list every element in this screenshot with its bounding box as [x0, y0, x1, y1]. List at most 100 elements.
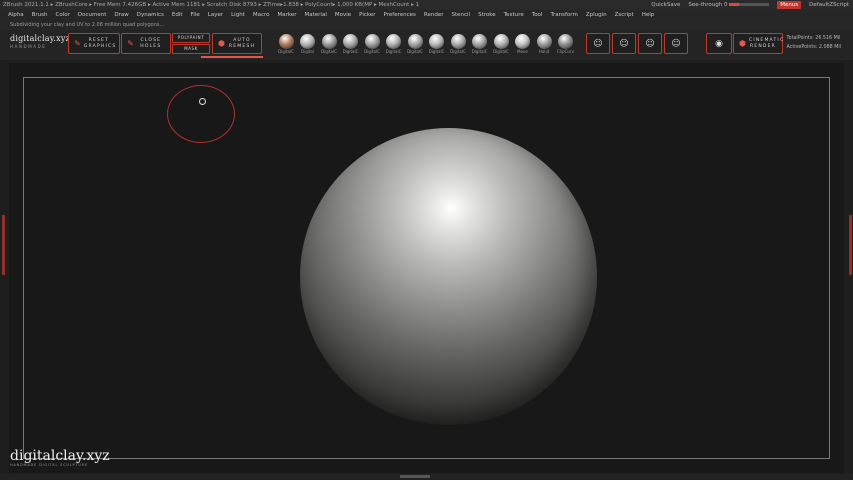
menu-item-picker[interactable]: Picker: [359, 10, 375, 21]
brush-label: DigitalC: [493, 49, 509, 54]
brush-slot-10[interactable]: DigitalC: [491, 34, 511, 54]
bulb-icon: ☺: [671, 38, 681, 49]
mask-button[interactable]: MASK: [172, 44, 210, 54]
default-zscript-button[interactable]: DefaultZScript: [809, 0, 849, 10]
bulb-icon: ☺: [645, 38, 655, 49]
brush-slot-13[interactable]: ClipCurv: [556, 34, 576, 54]
brush-thumbnail: [536, 34, 552, 49]
brush-slot-9[interactable]: DigitalC: [470, 34, 490, 54]
auto-remesh-label: AUTO REMESH: [228, 37, 256, 49]
menu-items: Alpha Brush Color Document Draw Dynamics Edit F…: [8, 10, 654, 21]
title-bar: ZBrush 2021.1.1 ▸ ZBrushCore ▸ Free Mem …: [0, 0, 853, 10]
menus-button[interactable]: Menus: [777, 1, 802, 9]
left-tray-handle[interactable]: [0, 215, 6, 275]
eye-icon: ◉: [715, 38, 723, 49]
bottom-tray-handle[interactable]: [400, 475, 430, 478]
brush-label: ClipCurv: [557, 49, 574, 54]
cinematic-render-button[interactable]: ⬢ CINEMATIC RENDER: [733, 33, 783, 54]
cube-icon: ⬢: [218, 38, 225, 48]
brush-slot-2[interactable]: DigitalC: [319, 34, 339, 54]
menu-bar: Alpha Brush Color Document Draw Dynamics Edit F…: [0, 10, 853, 21]
brush-thumbnail: [386, 34, 401, 49]
render-toggle-button[interactable]: ◉: [706, 33, 732, 54]
brush-slot-3[interactable]: DigitalC: [341, 34, 361, 54]
menu-item-dynamics[interactable]: Dynamics: [137, 10, 164, 21]
menu-item-light[interactable]: Light: [231, 10, 245, 21]
light-preset-1-button[interactable]: ☺: [586, 33, 610, 54]
logo-sub: HANDMADE: [10, 44, 47, 49]
canvas-viewport[interactable]: [9, 63, 844, 473]
auto-remesh-button[interactable]: ⬢ AUTO REMESH: [212, 33, 262, 54]
brush-thumbnail: [429, 34, 444, 49]
brush-slot-7[interactable]: DigitalC: [427, 34, 447, 54]
brush-slot-11[interactable]: Move: [513, 34, 533, 54]
menu-item-preferences[interactable]: Preferences: [384, 10, 416, 21]
menu-item-zplugin[interactable]: Zplugin: [586, 10, 607, 21]
brush-slot-1[interactable]: Digital: [298, 34, 318, 54]
menu-item-layer[interactable]: Layer: [208, 10, 223, 21]
menu-item-zscript[interactable]: Zscript: [615, 10, 634, 21]
menu-item-color[interactable]: Color: [56, 10, 70, 21]
brush-label: Digital: [301, 49, 314, 54]
logo-main: digitalclay.xyz: [10, 34, 70, 43]
window-title: ZBrush 2021.1.1 ▸ ZBrushCore ▸ Free Mem …: [3, 2, 420, 8]
brush-thumbnail: [558, 34, 573, 49]
menu-item-alpha[interactable]: Alpha: [8, 10, 24, 21]
menu-item-tool[interactable]: Tool: [532, 10, 543, 21]
brush-label: Hand: [538, 49, 550, 54]
brush-thumbnail: [321, 34, 337, 49]
menu-item-help[interactable]: Help: [642, 10, 655, 21]
quicksave-button[interactable]: QuickSave: [651, 0, 680, 10]
see-through-track[interactable]: [729, 3, 770, 6]
see-through-slider[interactable]: See-through 0: [688, 0, 770, 10]
close-holes-label: CLOSE HOLES: [140, 37, 162, 49]
cursor-dot: [199, 98, 206, 105]
active-points: ActivePoints: 2.088 Mil: [786, 45, 841, 50]
brush-thumbnail: [472, 34, 487, 49]
menu-item-draw[interactable]: Draw: [114, 10, 128, 21]
close-holes-button[interactable]: ✎ CLOSE HOLES: [121, 33, 171, 54]
brush-thumbnail: [300, 34, 315, 49]
active-indicator: [201, 56, 263, 58]
clay-sphere-model[interactable]: [300, 128, 597, 425]
polypaint-button[interactable]: POLYPAINT: [172, 33, 210, 43]
brush-label: DigitalC: [321, 49, 337, 54]
brush-label: DigitalC: [428, 49, 445, 54]
brush-slot-8[interactable]: DigitalC: [448, 34, 468, 54]
notification-text: Subdividing your clay and UV to 2.08 mil…: [10, 22, 165, 28]
menu-item-transform[interactable]: Transform: [550, 10, 577, 21]
menu-item-brush[interactable]: Brush: [32, 10, 48, 21]
brush-slot-4[interactable]: DigitalC: [362, 34, 382, 54]
menu-item-render[interactable]: Render: [424, 10, 444, 21]
notification-bar: Subdividing your clay and UV to 2.08 mil…: [0, 21, 853, 30]
menu-item-material[interactable]: Material: [305, 10, 327, 21]
light-preset-3-button[interactable]: ☺: [638, 33, 662, 54]
menu-item-document[interactable]: Document: [78, 10, 107, 21]
brush-thumbnail: [515, 34, 530, 49]
menu-item-file[interactable]: File: [191, 10, 200, 21]
see-through-label: See-through 0: [688, 2, 728, 8]
light-preset-4-button[interactable]: ☺: [664, 33, 688, 54]
menu-item-stencil[interactable]: Stencil: [451, 10, 470, 21]
menu-item-macro[interactable]: Macro: [253, 10, 270, 21]
menu-item-stroke[interactable]: Stroke: [478, 10, 496, 21]
menu-item-texture[interactable]: Texture: [504, 10, 524, 21]
brush-icon: ✎: [74, 38, 81, 48]
right-tray-handle[interactable]: [847, 215, 853, 275]
brush-slot-5[interactable]: DigitalC: [384, 34, 404, 54]
brush-label: DigitalC: [450, 49, 466, 54]
watermark: digitalclay.xyz HANDMADE DIGITAL SCULPTU…: [10, 448, 110, 467]
brush-slot-12[interactable]: Hand: [534, 34, 554, 54]
menu-item-movie[interactable]: Movie: [335, 10, 351, 21]
brush-slot-6[interactable]: DigitalC: [405, 34, 425, 54]
brush-slot-0[interactable]: DigitalC: [276, 34, 296, 54]
polypaint-mask-stack: POLYPAINT MASK: [172, 33, 210, 54]
bottom-tray: [0, 474, 853, 480]
menu-item-edit[interactable]: Edit: [172, 10, 183, 21]
titlebar-controls: QuickSave See-through 0 Menus DefaultZSc…: [651, 0, 849, 10]
reset-graphics-button[interactable]: ✎ RESET GRAPHICS: [68, 33, 120, 54]
menu-item-marker[interactable]: Marker: [278, 10, 297, 21]
reset-graphics-label: RESET GRAPHICS: [83, 37, 117, 49]
light-preset-2-button[interactable]: ☺: [612, 33, 636, 54]
poly-stats: TotalPoints: 26.516 Mil ActivePoints: 2.…: [787, 34, 841, 52]
